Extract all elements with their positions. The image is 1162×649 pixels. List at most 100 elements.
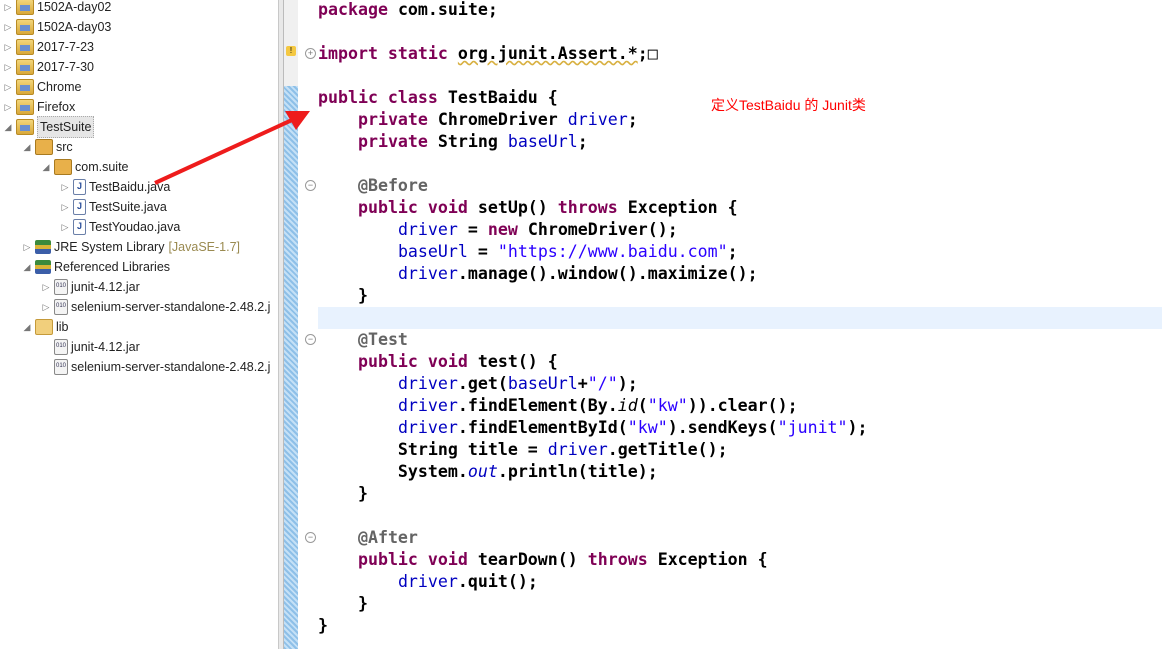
code-line[interactable]: String title = driver.getTitle(); <box>318 439 868 461</box>
code-token: ; <box>577 132 588 151</box>
expanded-twisty-icon[interactable]: ◢ <box>21 257 33 277</box>
code-line[interactable] <box>318 21 868 43</box>
collapsed-twisty-icon[interactable]: ▷ <box>2 17 14 37</box>
code-line[interactable]: driver.findElementById("kw").sendKeys("j… <box>318 417 868 439</box>
tree-item-label: Firefox <box>37 100 76 114</box>
tree-item[interactable]: 010 junit-4.12.jar <box>40 337 140 357</box>
code-token: ).sendKeys( <box>667 418 778 437</box>
code-token: } <box>318 594 368 613</box>
code-line[interactable]: driver.get(baseUrl+"/"); <box>318 373 868 395</box>
expanded-twisty-icon[interactable]: ◢ <box>2 117 14 137</box>
tree-item[interactable]: ▷ 1502A-day02 <box>2 0 111 17</box>
warning-icon[interactable]: ! <box>286 46 296 56</box>
java-icon: J <box>73 199 86 215</box>
tree-item[interactable]: ◢ TestSuite <box>2 116 95 138</box>
code-token: com.suite; <box>397 0 498 19</box>
code-line[interactable]: @Test <box>318 329 868 351</box>
tree-item[interactable]: ◢ lib <box>21 317 69 337</box>
collapsed-twisty-icon[interactable]: ▷ <box>40 277 52 297</box>
collapsed-twisty-icon[interactable]: ▷ <box>40 297 52 317</box>
tree-item[interactable]: ▷ JRE System Library [JavaSE-1.7] <box>21 237 240 257</box>
code-line[interactable]: System.out.println(title); <box>318 461 868 483</box>
pkg-icon <box>54 159 72 175</box>
code-token: driver <box>397 418 458 437</box>
tree-item[interactable]: ◢ src <box>21 137 73 157</box>
code-line[interactable] <box>318 65 868 87</box>
collapsed-twisty-icon[interactable]: ▷ <box>2 97 14 117</box>
tree-item[interactable]: 010 selenium-server-standalone-2.48.2.j <box>40 357 270 377</box>
jar-icon: 010 <box>54 279 68 295</box>
code-line[interactable]: @After <box>318 527 868 549</box>
code-line[interactable]: } <box>318 615 868 637</box>
collapsed-twisty-icon[interactable]: ▷ <box>59 217 71 237</box>
code-line[interactable]: public void setUp() throws Exception { <box>318 197 868 219</box>
expanded-twisty-icon[interactable]: ◢ <box>21 317 33 337</box>
code-line[interactable]: private String baseUrl; <box>318 131 868 153</box>
collapsed-twisty-icon[interactable]: ▷ <box>2 37 14 57</box>
java-icon: J <box>73 179 86 195</box>
tree-item-label: junit-4.12.jar <box>71 340 140 354</box>
code-line[interactable]: driver.manage().window().maximize(); <box>318 263 868 285</box>
tree-item[interactable]: ▷ 2017-7-30 <box>2 57 94 77</box>
code-line[interactable]: } <box>318 593 868 615</box>
proj-icon <box>16 19 34 35</box>
code-token: driver <box>397 572 458 591</box>
java-icon: J <box>73 219 86 235</box>
collapsed-twisty-icon[interactable]: ▷ <box>21 237 33 257</box>
collapse-fold-icon[interactable]: − <box>305 334 316 345</box>
code-token: = <box>467 242 498 261</box>
code-line[interactable]: driver.quit(); <box>318 571 868 593</box>
collapsed-twisty-icon[interactable]: ▷ <box>59 197 71 217</box>
code-token: throws <box>587 550 658 569</box>
code-line[interactable] <box>318 153 868 175</box>
code-line[interactable] <box>318 307 868 329</box>
proj-icon <box>16 119 34 135</box>
tree-item-suffix: [JavaSE-1.7] <box>168 240 241 254</box>
code-line[interactable]: driver = new ChromeDriver(); <box>318 219 868 241</box>
code-line[interactable]: } <box>318 285 868 307</box>
expanded-twisty-icon[interactable]: ◢ <box>21 137 33 157</box>
code-token: throws <box>557 198 628 217</box>
tree-item[interactable]: ◢ Referenced Libraries <box>21 257 170 277</box>
code-token: driver <box>547 440 608 459</box>
code-token: ChromeDriver(); <box>527 220 678 239</box>
tree-item[interactable]: ▷ 010 junit-4.12.jar <box>40 277 140 297</box>
code-line[interactable]: } <box>318 483 868 505</box>
code-line[interactable]: package com.suite; <box>318 0 868 21</box>
collapse-fold-icon[interactable]: − <box>305 532 316 543</box>
proj-icon <box>16 59 34 75</box>
collapse-fold-icon[interactable]: − <box>305 180 316 191</box>
code-line[interactable]: baseUrl = "https://www.baidu.com"; <box>318 241 868 263</box>
expanded-twisty-icon[interactable]: ◢ <box>40 157 52 177</box>
collapsed-twisty-icon[interactable]: ▷ <box>59 177 71 197</box>
tree-item[interactable]: ▷ J TestBaidu.java <box>59 177 170 197</box>
code-line[interactable]: driver.findElement(By.id("kw")).clear(); <box>318 395 868 417</box>
tree-item[interactable]: ▷ 2017-7-23 <box>2 37 94 57</box>
code-line[interactable] <box>318 505 868 527</box>
tree-item[interactable]: ◢ com.suite <box>40 157 129 177</box>
collapsed-twisty-icon[interactable]: ▷ <box>2 77 14 97</box>
code-line[interactable]: @Before <box>318 175 868 197</box>
tree-item-label: com.suite <box>75 160 129 174</box>
tree-item[interactable]: ▷ J TestSuite.java <box>59 197 167 217</box>
code-token: Exception { <box>657 550 768 569</box>
code-token: } <box>318 286 368 305</box>
collapsed-twisty-icon[interactable]: ▷ <box>2 57 14 77</box>
code-token: public void <box>357 550 478 569</box>
tree-item[interactable]: ▷ J TestYoudao.java <box>59 217 180 237</box>
code-line[interactable]: import static org.junit.Assert.*;□ <box>318 43 868 65</box>
collapsed-twisty-icon[interactable]: ▷ <box>2 0 14 17</box>
tree-item[interactable]: ▷ Firefox <box>2 97 75 117</box>
lib-icon <box>35 260 51 274</box>
code-token: baseUrl <box>507 374 578 393</box>
code-token: = <box>457 220 488 239</box>
tree-item[interactable]: ▷ 1502A-day03 <box>2 17 111 37</box>
tree-item[interactable]: ▷ Chrome <box>2 77 81 97</box>
code-line[interactable]: public void tearDown() throws Exception … <box>318 549 868 571</box>
code-line[interactable]: public void test() { <box>318 351 868 373</box>
tree-item[interactable]: ▷ 010 selenium-server-standalone-2.48.2.j <box>40 297 270 317</box>
expand-fold-icon[interactable]: + <box>305 48 316 59</box>
